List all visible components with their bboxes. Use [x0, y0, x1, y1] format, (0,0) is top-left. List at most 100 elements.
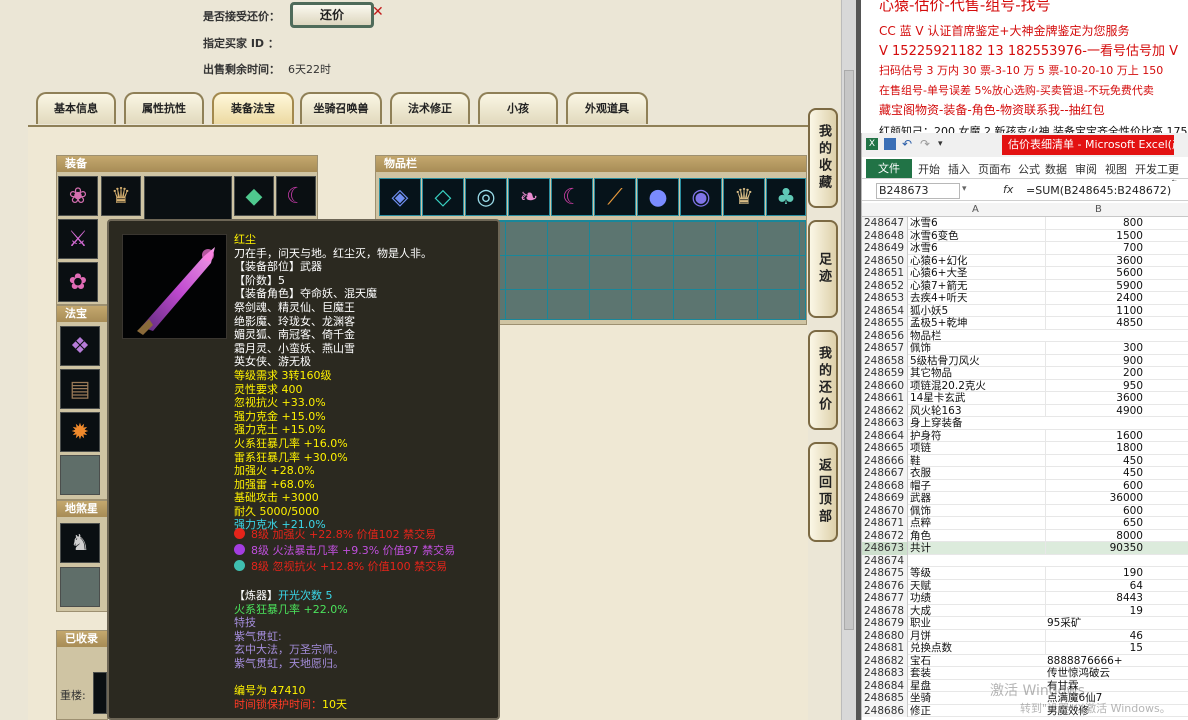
cell-b[interactable]: 8000: [1045, 529, 1143, 542]
cell-b[interactable]: 4850: [1045, 317, 1143, 330]
my-counter-offer-button[interactable]: 我的还价: [808, 330, 838, 430]
cell-a[interactable]: 项链: [910, 442, 1044, 455]
table-row[interactable]: 248655 孟极5+乾坤 4850: [862, 317, 1188, 330]
equip-slot-pendant[interactable]: ❀: [58, 176, 98, 216]
table-row[interactable]: 248661 14星卡玄武 3600: [862, 392, 1188, 405]
back-to-top-button[interactable]: 返回顶部: [808, 442, 838, 542]
cell-b[interactable]: 95采矿: [1047, 617, 1187, 630]
cell-a[interactable]: 身上穿装备: [910, 417, 1044, 430]
inv-slot-7[interactable]: ●: [637, 178, 679, 216]
row-number[interactable]: 248653: [862, 292, 908, 305]
collected-slot[interactable]: [93, 672, 107, 714]
table-row[interactable]: 248676 天赋 64: [862, 579, 1188, 592]
row-number[interactable]: 248682: [862, 654, 908, 667]
cell-b[interactable]: 700: [1045, 242, 1143, 255]
cell-b[interactable]: 15: [1045, 642, 1143, 655]
cell-b[interactable]: 1600: [1045, 429, 1143, 442]
cell-b[interactable]: 1100: [1045, 304, 1143, 317]
row-number[interactable]: 248648: [862, 229, 908, 242]
cell-b[interactable]: 8888876666+: [1047, 655, 1187, 668]
row-number[interactable]: 248667: [862, 467, 908, 480]
inv-slot-3[interactable]: ◎: [465, 178, 507, 216]
row-number[interactable]: 248675: [862, 567, 908, 580]
cell-b[interactable]: 46: [1045, 629, 1143, 642]
cell-b[interactable]: 4900: [1045, 404, 1143, 417]
row-number[interactable]: 248654: [862, 304, 908, 317]
ribbon-tab[interactable]: 数据: [1045, 161, 1067, 177]
equip-slot-ring[interactable]: ☾: [276, 176, 316, 216]
tab-spell-fix[interactable]: 法术修正: [390, 92, 470, 124]
namebox-dropdown-icon[interactable]: ▾: [962, 184, 967, 194]
table-row[interactable]: 248674: [862, 554, 1188, 567]
row-number[interactable]: 248660: [862, 379, 908, 392]
row-number[interactable]: 248664: [862, 429, 908, 442]
cell-b[interactable]: 3600: [1045, 254, 1143, 267]
tab-appearance[interactable]: 外观道具: [566, 92, 648, 124]
ribbon-tab[interactable]: 插入: [948, 161, 970, 177]
row-number[interactable]: 248672: [862, 529, 908, 542]
cell-b[interactable]: 450: [1045, 467, 1143, 480]
table-row[interactable]: 248647 冰雪6 800: [862, 217, 1188, 230]
cell-a[interactable]: 兑换点数: [910, 642, 1044, 655]
row-number[interactable]: 248678: [862, 604, 908, 617]
tab-basic-info[interactable]: 基本信息: [36, 92, 116, 124]
ribbon-tab[interactable]: 页面布: [978, 161, 1011, 177]
table-row[interactable]: 248659 其它物品 200: [862, 367, 1188, 380]
tab-child[interactable]: 小孩: [478, 92, 558, 124]
cell-a[interactable]: 冰雪6变色: [910, 230, 1044, 243]
earth-star-slot[interactable]: ♞: [60, 523, 100, 563]
row-number[interactable]: 248670: [862, 504, 908, 517]
table-row[interactable]: 248683 套装 传世惊鸿破云: [862, 667, 1188, 680]
row-number[interactable]: 248683: [862, 667, 908, 680]
cell-b[interactable]: 190: [1045, 567, 1143, 580]
column-header-a[interactable]: A: [972, 204, 979, 215]
cell-a[interactable]: 等级: [910, 567, 1044, 580]
save-icon[interactable]: [884, 138, 896, 150]
table-row[interactable]: 248651 心猿6+大圣 5600: [862, 267, 1188, 280]
cell-b[interactable]: 600: [1045, 504, 1143, 517]
cell-a[interactable]: 项链混20.2克火: [910, 380, 1044, 393]
equip-slot-large[interactable]: [144, 176, 232, 220]
cell-b[interactable]: 900: [1045, 354, 1143, 367]
tab-resistance[interactable]: 属性抗性: [124, 92, 204, 124]
inv-slot-4[interactable]: ❧: [508, 178, 550, 216]
ribbon-tab[interactable]: 开发工: [1135, 161, 1168, 177]
table-row[interactable]: 248658 5级枯骨刀风火 900: [862, 354, 1188, 367]
row-number[interactable]: 248663: [862, 417, 908, 430]
my-favorites-button[interactable]: 我的收藏: [808, 108, 838, 208]
table-row[interactable]: 248657 佩饰 300: [862, 342, 1188, 355]
cell-a[interactable]: 心猿6+大圣: [910, 267, 1044, 280]
equip-slot-amulet[interactable]: ✿: [58, 262, 98, 302]
row-number[interactable]: 248684: [862, 679, 908, 692]
table-row[interactable]: 248652 心猿7+箭无 5900: [862, 279, 1188, 292]
cell-b[interactable]: 1800: [1045, 442, 1143, 455]
equip-slot-weapon[interactable]: ⚔: [58, 219, 98, 259]
table-row[interactable]: 248649 冰雪6 700: [862, 242, 1188, 255]
treasure-slot-1[interactable]: ❖: [60, 326, 100, 366]
cell-a[interactable]: 职业: [910, 617, 1044, 630]
row-number[interactable]: 248659: [862, 367, 908, 380]
table-row[interactable]: 248668 帽子 600: [862, 479, 1188, 492]
cell-a[interactable]: 衣服: [910, 467, 1044, 480]
table-row[interactable]: 248664 护身符 1600: [862, 429, 1188, 442]
cell-a[interactable]: 心猿6+幻化: [910, 255, 1044, 268]
row-number[interactable]: 248655: [862, 317, 908, 330]
row-number[interactable]: 248666: [862, 454, 908, 467]
row-number[interactable]: 248677: [862, 592, 908, 605]
row-number[interactable]: 248651: [862, 267, 908, 280]
table-row[interactable]: 248675 等级 190: [862, 567, 1188, 580]
row-number[interactable]: 248686: [862, 704, 908, 717]
inv-slot-1[interactable]: ◈: [379, 178, 421, 216]
inv-slot-10[interactable]: ♣: [766, 178, 806, 216]
inv-slot-8[interactable]: ◉: [680, 178, 722, 216]
cell-a[interactable]: 宝石: [910, 655, 1044, 668]
table-row[interactable]: 248672 角色 8000: [862, 529, 1188, 542]
cell-b[interactable]: 19: [1045, 604, 1143, 617]
close-icon[interactable]: ✕: [372, 4, 384, 20]
cell-a[interactable]: 佩饰: [910, 342, 1044, 355]
cell-b[interactable]: 8443: [1045, 592, 1143, 605]
table-row[interactable]: 248665 项链 1800: [862, 442, 1188, 455]
row-number[interactable]: 248671: [862, 517, 908, 530]
ribbon-tab[interactable]: 视图: [1105, 161, 1127, 177]
row-number[interactable]: 248673: [862, 542, 908, 555]
